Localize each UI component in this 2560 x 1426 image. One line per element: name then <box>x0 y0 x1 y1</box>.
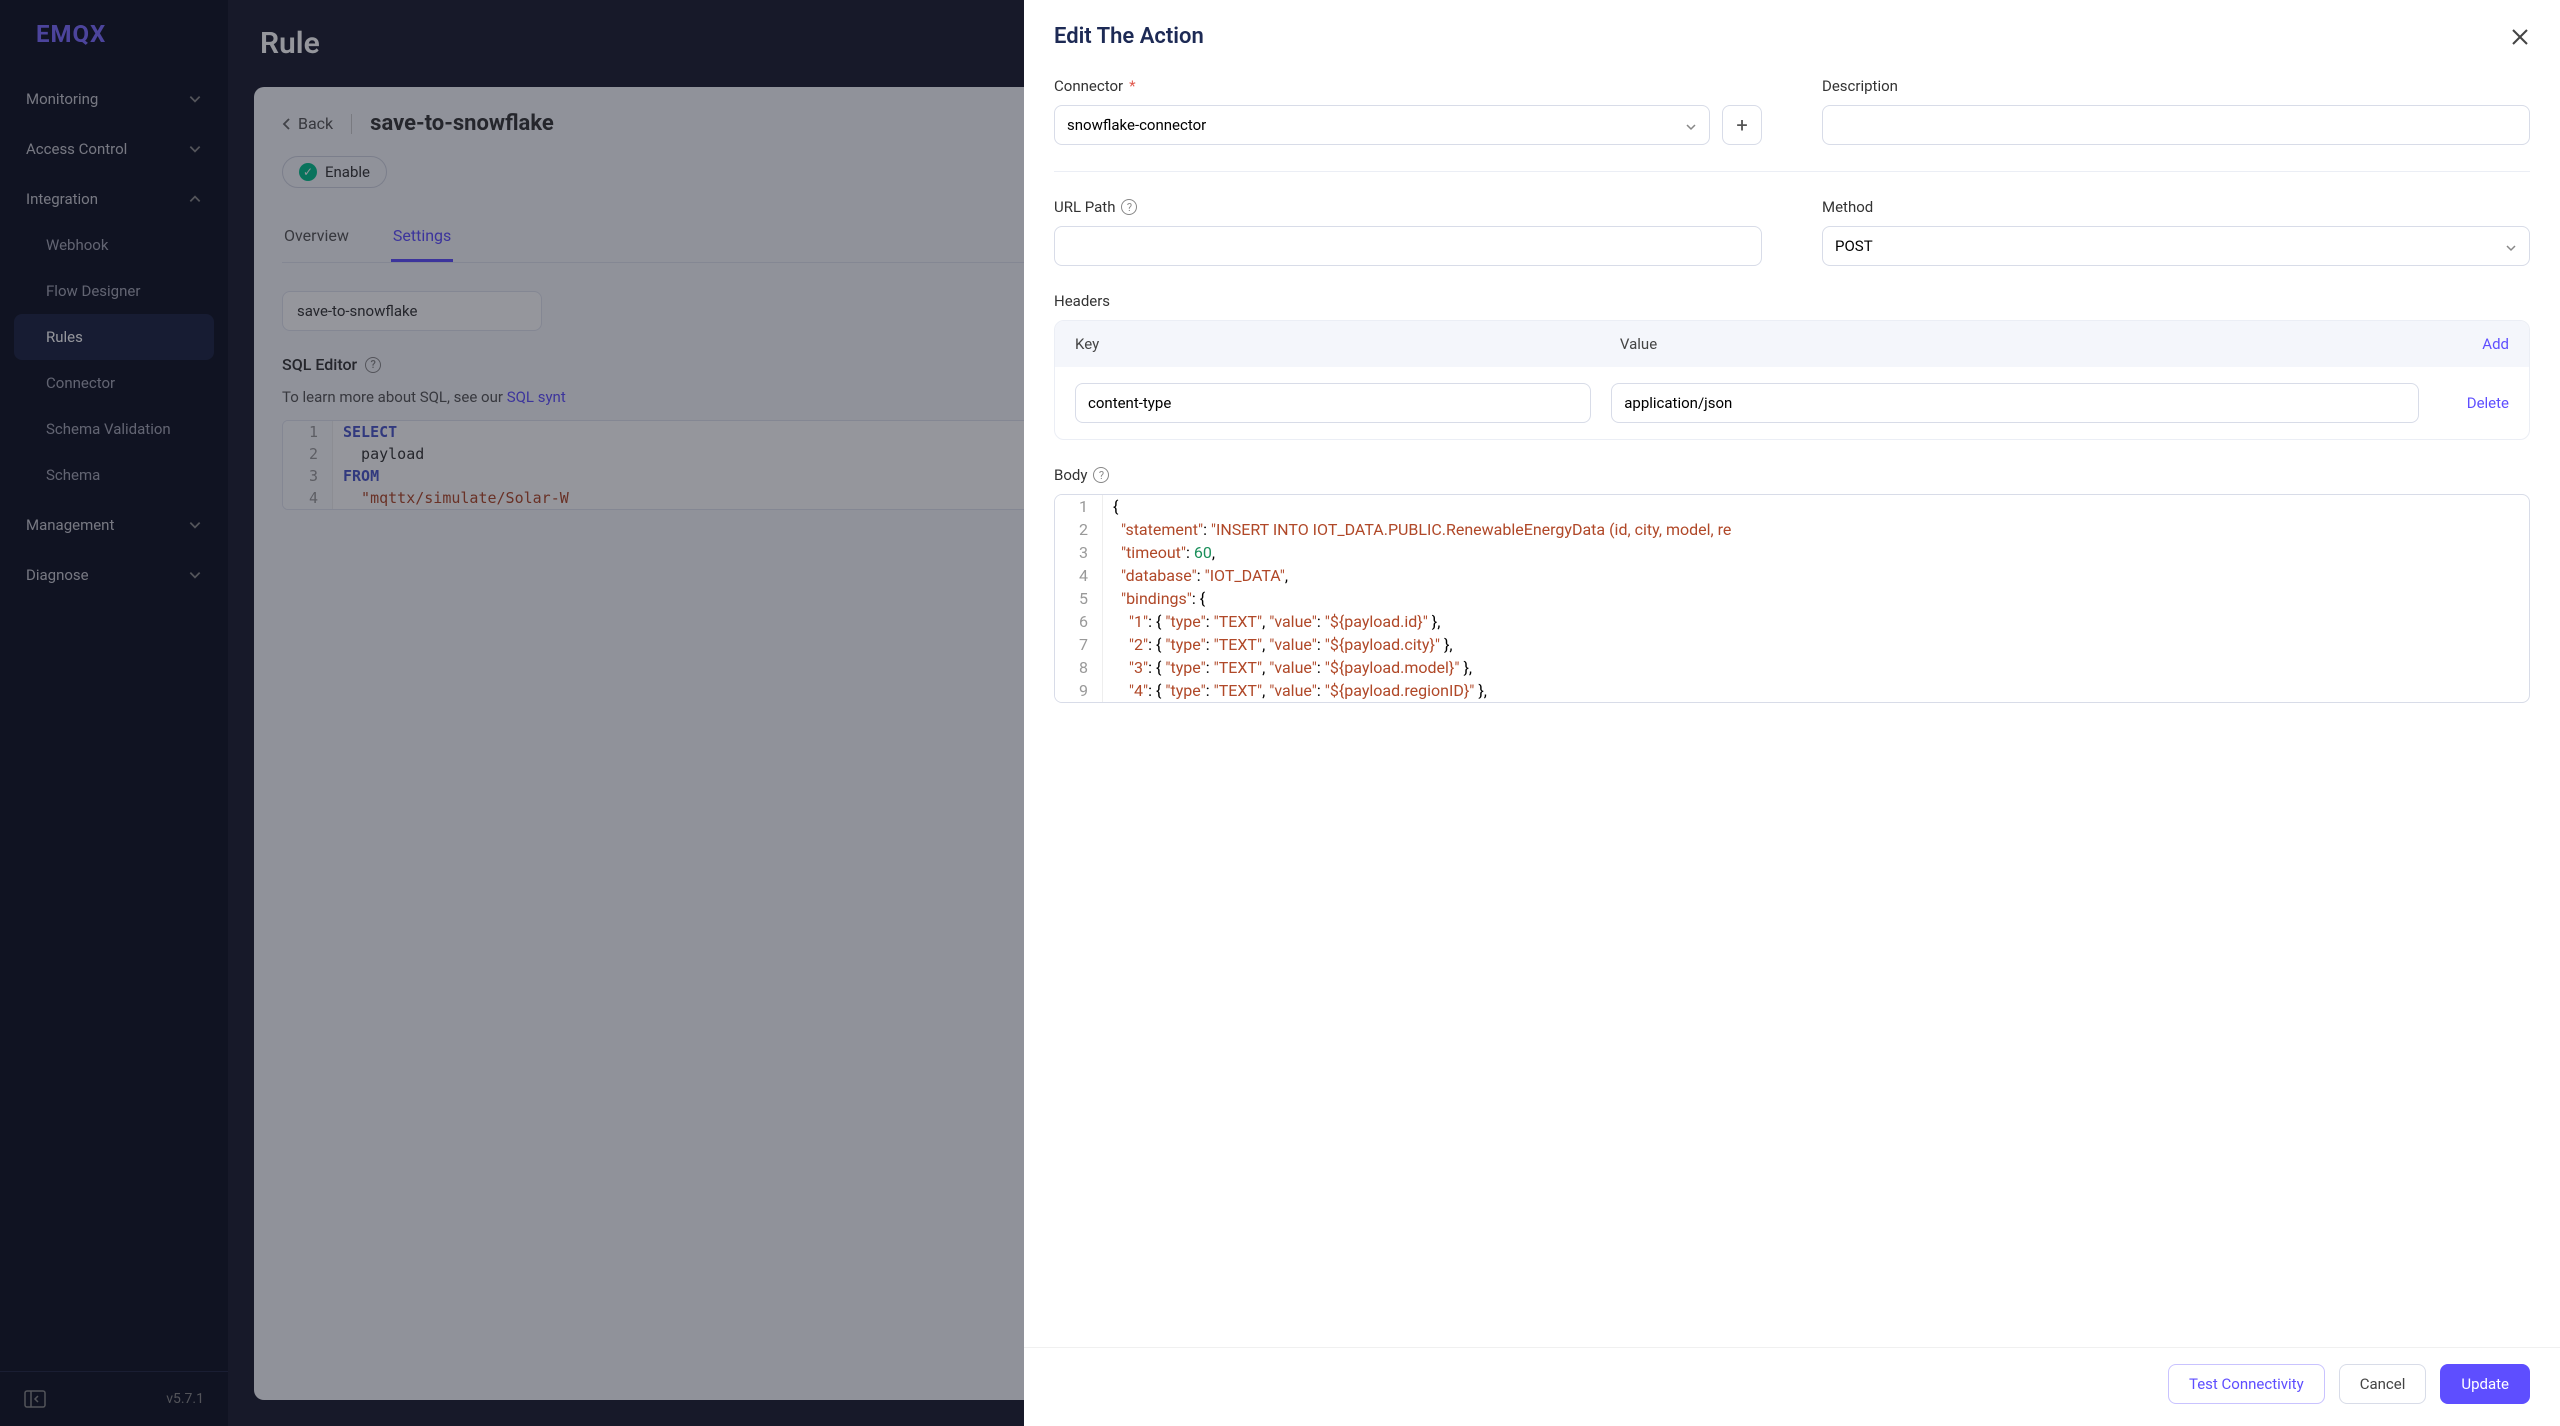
description-field: Description <box>1822 77 2530 145</box>
url-path-input[interactable] <box>1054 226 1762 266</box>
divider <box>1054 171 2530 172</box>
description-input[interactable] <box>1822 105 2530 145</box>
update-button[interactable]: Update <box>2440 1364 2530 1404</box>
code-line[interactable]: "bindings": { <box>1103 587 1215 610</box>
body-label: Body ? <box>1054 466 2530 484</box>
description-label: Description <box>1822 77 2530 95</box>
headers-col-value: Value <box>1620 335 2429 353</box>
line-number: 7 <box>1055 633 1103 656</box>
connector-field: Connector * snowflake-connector + <box>1054 77 1762 145</box>
method-label: Method <box>1822 198 2530 216</box>
code-line[interactable]: "4": { "type": "TEXT", "value": "${paylo… <box>1103 679 1497 702</box>
close-icon[interactable] <box>2510 27 2530 47</box>
help-icon[interactable]: ? <box>1093 467 1109 483</box>
line-number: 8 <box>1055 656 1103 679</box>
header-key-input[interactable] <box>1075 383 1591 423</box>
line-number: 4 <box>1055 564 1103 587</box>
headers-table: Key Value Add Delete <box>1054 320 2530 440</box>
url-path-field: URL Path ? <box>1054 198 1762 266</box>
line-number: 3 <box>1055 541 1103 564</box>
headers-table-head: Key Value Add <box>1055 321 2529 367</box>
chevron-down-icon <box>1685 119 1697 131</box>
code-line[interactable]: "database": "IOT_DATA", <box>1103 564 1298 587</box>
code-line[interactable]: "statement": "INSERT INTO IOT_DATA.PUBLI… <box>1103 518 1741 541</box>
code-line[interactable]: { <box>1103 495 1128 518</box>
line-number: 9 <box>1055 679 1103 702</box>
connector-label: Connector * <box>1054 77 1762 95</box>
chevron-down-icon <box>2505 240 2517 252</box>
connector-value: snowflake-connector <box>1067 116 1206 134</box>
headers-label: Headers <box>1054 292 2530 310</box>
headers-col-key: Key <box>1075 335 1620 353</box>
line-number: 5 <box>1055 587 1103 610</box>
delete-header-button[interactable]: Delete <box>2439 394 2509 412</box>
line-number: 2 <box>1055 518 1103 541</box>
line-number: 6 <box>1055 610 1103 633</box>
cancel-button[interactable]: Cancel <box>2339 1364 2427 1404</box>
body-code-editor[interactable]: 1{2 "statement": "INSERT INTO IOT_DATA.P… <box>1054 494 2530 703</box>
code-line[interactable]: "3": { "type": "TEXT", "value": "${paylo… <box>1103 656 1482 679</box>
method-select[interactable]: POST <box>1822 226 2530 266</box>
line-number: 1 <box>1055 495 1103 518</box>
header-row: Delete <box>1055 367 2529 439</box>
add-connector-button[interactable]: + <box>1722 105 1762 145</box>
drawer-body: Connector * snowflake-connector + Descri… <box>1024 69 2560 1347</box>
drawer-footer: Test Connectivity Cancel Update <box>1024 1347 2560 1426</box>
drawer-header: Edit The Action <box>1024 0 2560 69</box>
method-value: POST <box>1835 237 1873 255</box>
header-value-input[interactable] <box>1611 383 2419 423</box>
connector-select[interactable]: snowflake-connector <box>1054 105 1710 145</box>
help-icon[interactable]: ? <box>1121 199 1137 215</box>
url-path-label: URL Path ? <box>1054 198 1762 216</box>
drawer-title: Edit The Action <box>1054 24 1204 49</box>
code-line[interactable]: "1": { "type": "TEXT", "value": "${paylo… <box>1103 610 1450 633</box>
test-connectivity-button[interactable]: Test Connectivity <box>2168 1364 2325 1404</box>
edit-action-drawer: Edit The Action Connector * snowflake-co… <box>1024 0 2560 1426</box>
code-line[interactable]: "2": { "type": "TEXT", "value": "${paylo… <box>1103 633 1463 656</box>
method-field: Method POST <box>1822 198 2530 266</box>
code-line[interactable]: "timeout": 60, <box>1103 541 1225 564</box>
add-header-button[interactable]: Add <box>2429 335 2509 353</box>
